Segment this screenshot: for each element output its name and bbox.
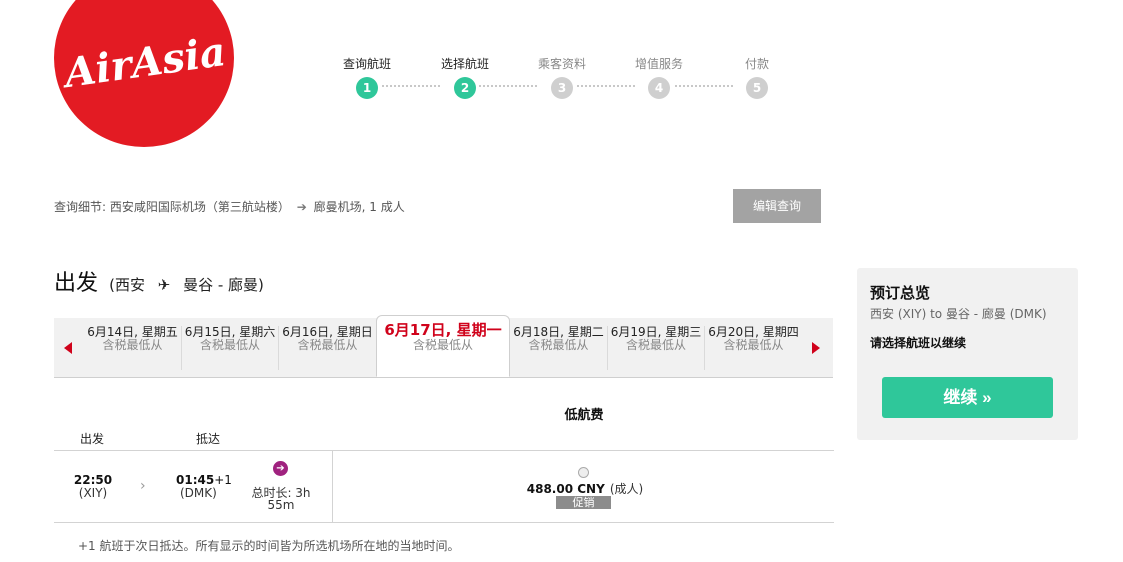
next-dates-icon[interactable] bbox=[812, 342, 820, 354]
airasia-logo[interactable]: AirAsia bbox=[54, 0, 234, 147]
flight-duration: 总时长: 3h 55m bbox=[250, 487, 312, 511]
search-destination: 廊曼机场, 1 成人 bbox=[313, 200, 405, 214]
next-day-indicator: +1 bbox=[214, 473, 232, 487]
airasia-logo-mark: AirAsia bbox=[58, 28, 229, 98]
depart-airport-code: (XIY) bbox=[78, 486, 108, 500]
fare-price[interactable]: 488.00 CNY (成人) bbox=[510, 478, 660, 497]
date-tab[interactable]: 6月15日, 星期六 含税最低从 bbox=[182, 326, 279, 370]
table-divider bbox=[54, 522, 834, 523]
step-number: 1 bbox=[356, 77, 378, 99]
arrive-column-header: 抵达 bbox=[196, 432, 221, 446]
search-origin: 西安咸阳国际机场（第三航站楼） bbox=[109, 200, 290, 214]
summary-title: 预订总览 bbox=[870, 284, 931, 302]
date-tab-sub: 含税最低从 bbox=[199, 338, 260, 352]
departure-route: (西安 ✈ 曼谷 - 廊曼) bbox=[109, 276, 264, 294]
chevron-right-icon: › bbox=[140, 478, 146, 494]
arrow-right-icon: ➔ bbox=[296, 200, 307, 214]
step-number: 3 bbox=[551, 77, 573, 99]
date-tab[interactable]: 6月18日, 星期二 含税最低从 bbox=[510, 326, 608, 370]
route-destination: 曼谷 - 廊曼) bbox=[183, 276, 264, 294]
date-tab[interactable]: 6月14日, 星期五 含税最低从 bbox=[84, 326, 182, 370]
column-divider bbox=[332, 451, 333, 522]
date-tab[interactable]: 6月16日, 星期日 含税最低从 bbox=[279, 326, 376, 370]
search-summary: 查询细节: 西安咸阳国际机场（第三航站楼） ➔ 廊曼机场, 1 成人 bbox=[54, 198, 405, 215]
summary-route: 西安 (XIY) to 曼谷 - 廊曼 (DMK) bbox=[870, 307, 1047, 321]
step-number: 4 bbox=[648, 77, 670, 99]
step-addons: 增值服务 4 bbox=[624, 56, 694, 99]
summary-note: 请选择航班以继续 bbox=[870, 336, 967, 350]
logo-wordmark: AirAsia bbox=[58, 28, 229, 98]
continue-button[interactable]: 继续 » bbox=[882, 377, 1053, 418]
date-tab-sub: 含税最低从 bbox=[412, 338, 473, 352]
price-amount: 488.00 CNY bbox=[526, 482, 605, 496]
date-selector: 6月14日, 星期五 含税最低从 6月15日, 星期六 含税最低从 6月16日,… bbox=[54, 315, 833, 378]
departure-heading: 出发 (西安 ✈ 曼谷 - 廊曼) bbox=[54, 265, 264, 297]
airplane-icon: ✈ bbox=[157, 276, 171, 294]
arrive-time: 01:45 bbox=[176, 473, 215, 487]
date-tab-sub: 含税最低从 bbox=[723, 338, 784, 352]
date-tab-date: 6月17日, 星期一 bbox=[384, 321, 502, 339]
previous-dates-icon[interactable] bbox=[64, 342, 72, 354]
depart-column-header: 出发 bbox=[80, 432, 105, 446]
duration-minutes: 55m bbox=[267, 498, 295, 512]
price-passenger-type: (成人) bbox=[609, 482, 644, 496]
arrive-airport-code: (DMK) bbox=[180, 486, 217, 500]
date-tab[interactable]: 6月19日, 星期三 含税最低从 bbox=[608, 326, 705, 370]
search-prefix: 查询细节: bbox=[54, 200, 107, 214]
booking-summary-panel: 预订总览 西安 (XIY) to 曼谷 - 廊曼 (DMK) 请选择航班以继续 … bbox=[857, 268, 1078, 440]
step-label: 乘客资料 bbox=[537, 57, 586, 71]
step-label: 查询航班 bbox=[342, 57, 391, 71]
date-tab-selected[interactable]: 6月17日, 星期一 含税最低从 bbox=[376, 315, 510, 377]
route-origin: (西安 bbox=[109, 276, 145, 294]
step-label: 付款 bbox=[744, 57, 769, 71]
promo-badge: 促销 bbox=[556, 496, 611, 509]
table-divider bbox=[54, 450, 834, 451]
date-tab[interactable]: 6月20日, 星期四 含税最低从 bbox=[705, 326, 802, 370]
date-tab-sub: 含税最低从 bbox=[528, 338, 589, 352]
footnote: +1 航班于次日抵达。所有显示的时间皆为所选机场所在地的当地时间。 bbox=[78, 539, 460, 553]
departure-title: 出发 bbox=[54, 271, 99, 296]
fare-column-header: 低航费 bbox=[564, 408, 604, 423]
booking-stepper: 查询航班 1 选择航班 2 乘客资料 3 增值服务 4 付款 5 bbox=[335, 56, 785, 100]
step-passenger-details: 乘客资料 3 bbox=[527, 56, 597, 99]
date-tab-sub: 含税最低从 bbox=[297, 338, 358, 352]
flight-arrival: 01:45+1 (DMK) bbox=[176, 473, 232, 500]
date-tab-sub: 含税最低从 bbox=[625, 338, 686, 352]
fare-radio[interactable] bbox=[578, 467, 589, 478]
date-tab-sub: 含税最低从 bbox=[102, 338, 163, 352]
step-label: 增值服务 bbox=[634, 57, 683, 71]
flight-details-icon[interactable]: ➔ bbox=[273, 461, 288, 476]
step-label: 选择航班 bbox=[440, 57, 489, 71]
step-select-flight[interactable]: 选择航班 2 bbox=[430, 56, 500, 99]
edit-search-button[interactable]: 编辑查询 bbox=[733, 189, 821, 223]
flight-departure: 22:50 (XIY) bbox=[70, 474, 116, 500]
step-number: 5 bbox=[746, 77, 768, 99]
step-payment: 付款 5 bbox=[722, 56, 792, 99]
step-number: 2 bbox=[454, 77, 476, 99]
step-search-flights[interactable]: 查询航班 1 bbox=[332, 56, 402, 99]
